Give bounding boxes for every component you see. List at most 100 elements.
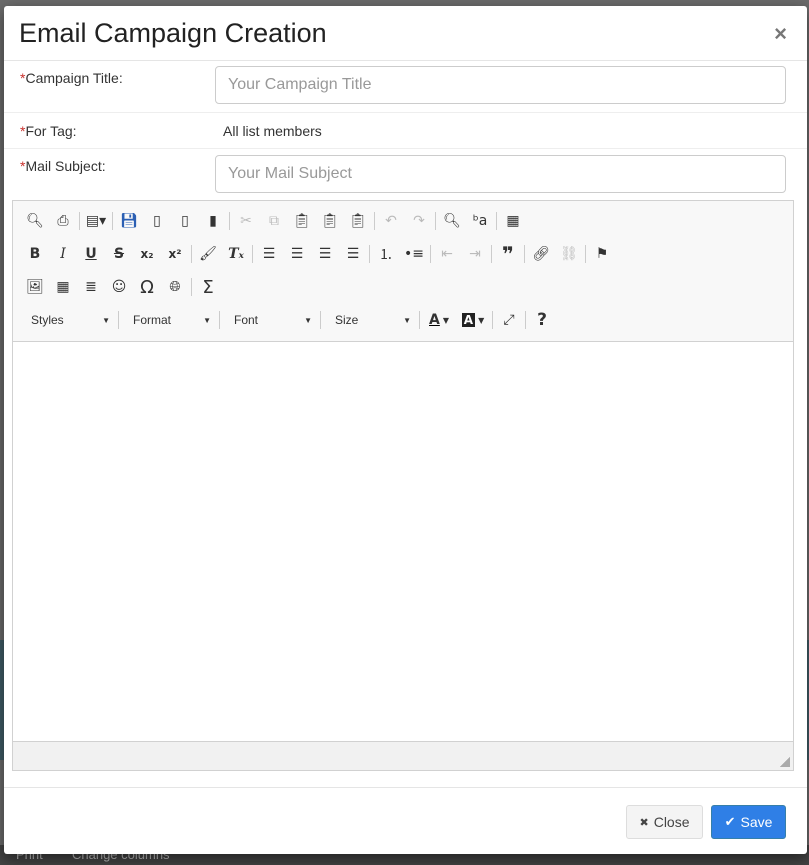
italic-icon[interactable]: I <box>49 241 77 267</box>
paste-word-icon[interactable]: 📋︎ <box>344 208 372 234</box>
editor-content-area[interactable] <box>13 342 793 742</box>
preview-icon[interactable]: 🔍︎ <box>21 208 49 234</box>
editor-toolbar: 🔍︎ ⎙ ▤▾ 💾︎ ▯ ▯ ▮ ✂ ⧉ 📋︎ 📋︎ 📋︎ ↶ ↷ 🔍︎ ᵇa ▦ B I U Sx₂ x² 🖌︎ Tₓ ☰ ☰… <box>13 201 793 342</box>
paste-text-icon[interactable]: 📋︎ <box>316 208 344 234</box>
toolbar-separator <box>435 212 436 230</box>
print-icon[interactable]: ⎙ <box>49 208 77 234</box>
unlink-icon[interactable]: ⛓ <box>555 241 583 267</box>
redo-icon[interactable]: ↷ <box>405 208 433 234</box>
find-icon[interactable]: 🔍︎ <box>438 208 466 234</box>
smiley-icon[interactable]: ☺ <box>105 274 133 300</box>
toolbar-separator <box>79 212 80 230</box>
cut-icon[interactable]: ✂ <box>232 208 260 234</box>
toolbar-separator <box>229 212 230 230</box>
select-all-icon[interactable]: ▦ <box>499 208 527 234</box>
underline-icon[interactable]: U <box>77 241 105 267</box>
email-campaign-modal: Email Campaign Creation × *Campaign Titl… <box>4 6 807 854</box>
maximize-icon[interactable]: ⤢ <box>495 307 523 333</box>
toolbar-separator <box>252 245 253 263</box>
table-icon[interactable]: ▦ <box>49 274 77 300</box>
align-left-icon[interactable]: ☰ <box>255 241 283 267</box>
format-combo[interactable]: Format ▼ <box>121 308 217 332</box>
iframe-globe-icon[interactable]: 🌐︎ <box>161 274 189 300</box>
align-right-icon[interactable]: ☰ <box>311 241 339 267</box>
toolbar-row-4: Styles ▼ Format ▼ Font ▼ Size ▼ A ▼ A ▼ … <box>19 307 556 333</box>
replace-icon[interactable]: ᵇa <box>466 208 494 234</box>
rich-text-editor: 🔍︎ ⎙ ▤▾ 💾︎ ▯ ▯ ▮ ✂ ⧉ 📋︎ 📋︎ 📋︎ ↶ ↷ 🔍︎ ᵇa ▦ B I U Sx₂ x² 🖌︎ Tₓ ☰ ☰… <box>12 200 794 771</box>
toolbar-separator <box>525 311 526 329</box>
chevron-down-icon: ▼ <box>203 315 211 325</box>
undo-icon[interactable]: ↶ <box>377 208 405 234</box>
subscript-icon[interactable]: x₂ <box>133 241 161 267</box>
superscript-icon[interactable]: x² <box>161 241 189 267</box>
bold-icon[interactable]: B <box>21 241 49 267</box>
outdent-icon[interactable]: ⇤ <box>433 241 461 267</box>
align-justify-icon[interactable]: ☰ <box>339 241 367 267</box>
toolbar-separator <box>112 212 113 230</box>
paste-icon[interactable]: 📋︎ <box>288 208 316 234</box>
horizontal-line-icon[interactable]: ≣ <box>77 274 105 300</box>
resize-grip-icon[interactable] <box>780 757 790 767</box>
toolbar-separator <box>374 212 375 230</box>
modal-title: Email Campaign Creation <box>19 18 327 48</box>
close-icon[interactable]: × <box>774 23 787 45</box>
toolbar-separator <box>320 311 321 329</box>
mail-subject-row: *Mail Subject: <box>4 149 807 199</box>
mail-subject-input[interactable] <box>215 155 786 193</box>
align-center-icon[interactable]: ☰ <box>283 241 311 267</box>
toolbar-separator <box>118 311 119 329</box>
toolbar-row-3: 🖼︎ ▦ ≣ ☺ Ω 🌐︎ Σ <box>21 274 222 300</box>
styles-combo[interactable]: Styles ▼ <box>19 308 116 332</box>
toolbar-separator <box>430 245 431 263</box>
new-page-icon[interactable]: ▯ <box>143 208 171 234</box>
export-pdf-icon[interactable]: ▮ <box>199 208 227 234</box>
toolbar-separator <box>496 212 497 230</box>
save-button-label: Save <box>740 814 773 830</box>
toolbar-separator <box>491 245 492 263</box>
close-icon: ✖ <box>639 816 649 829</box>
copy-icon[interactable]: ⧉ <box>260 208 288 234</box>
indent-icon[interactable]: ⇥ <box>461 241 489 267</box>
bulleted-list-icon[interactable]: •≡ <box>400 241 428 267</box>
check-icon: ✔ <box>724 814 736 829</box>
campaign-title-label: *Campaign Title: <box>20 70 123 86</box>
toolbar-separator <box>585 245 586 263</box>
chevron-down-icon: ▼ <box>304 315 312 325</box>
help-icon[interactable]: ? <box>528 307 556 333</box>
campaign-title-row: *Campaign Title: <box>4 61 807 113</box>
editor-status-bar <box>13 741 793 770</box>
toolbar-row-2: B I U Sx₂ x² 🖌︎ Tₓ ☰ ☰ ☰ ☰ ⒈ •≡ ⇤ ⇥ ❞ 🔗︎ ⛓ ⚑ <box>21 241 616 267</box>
blank-page-icon[interactable]: ▯ <box>171 208 199 234</box>
numbered-list-icon[interactable]: ⒈ <box>372 241 400 267</box>
blockquote-icon[interactable]: ❞ <box>494 241 522 267</box>
toolbar-separator <box>419 311 420 329</box>
special-char-icon[interactable]: Ω <box>133 274 161 300</box>
link-icon[interactable]: 🔗︎ <box>527 241 555 267</box>
campaign-title-input[interactable] <box>215 66 786 104</box>
for-tag-label: *For Tag: <box>20 123 77 139</box>
toolbar-separator <box>524 245 525 263</box>
toolbar-separator <box>219 311 220 329</box>
modal-header: Email Campaign Creation × <box>4 6 807 61</box>
save-button[interactable]: ✔ Save <box>711 805 786 839</box>
chevron-down-icon: ▼ <box>102 315 110 325</box>
toolbar-row-1: 🔍︎ ⎙ ▤▾ 💾︎ ▯ ▯ ▮ ✂ ⧉ 📋︎ 📋︎ 📋︎ ↶ ↷ 🔍︎ ᵇa ▦ <box>21 208 527 234</box>
templates-icon[interactable]: ▤▾ <box>82 208 110 234</box>
close-button-label: Close <box>653 814 690 830</box>
save-icon[interactable]: 💾︎ <box>115 208 143 234</box>
size-combo[interactable]: Size ▼ <box>323 308 417 332</box>
mail-subject-label: *Mail Subject: <box>20 158 106 174</box>
text-color-icon[interactable]: A ▼ <box>422 307 456 333</box>
close-button[interactable]: ✖ Close <box>626 805 703 839</box>
math-sigma-icon[interactable]: Σ <box>194 274 222 300</box>
font-combo[interactable]: Font ▼ <box>222 308 318 332</box>
remove-format-icon[interactable]: Tₓ <box>222 241 250 267</box>
bg-color-icon[interactable]: A ▼ <box>456 307 490 333</box>
toolbar-separator <box>492 311 493 329</box>
format-painter-icon[interactable]: 🖌︎ <box>194 241 222 267</box>
anchor-flag-icon[interactable]: ⚑ <box>588 241 616 267</box>
strikethrough-icon[interactable]: S <box>105 241 133 267</box>
chevron-down-icon: ▼ <box>403 315 411 325</box>
image-icon[interactable]: 🖼︎ <box>21 274 49 300</box>
for-tag-row: *For Tag: All list members <box>4 113 807 149</box>
